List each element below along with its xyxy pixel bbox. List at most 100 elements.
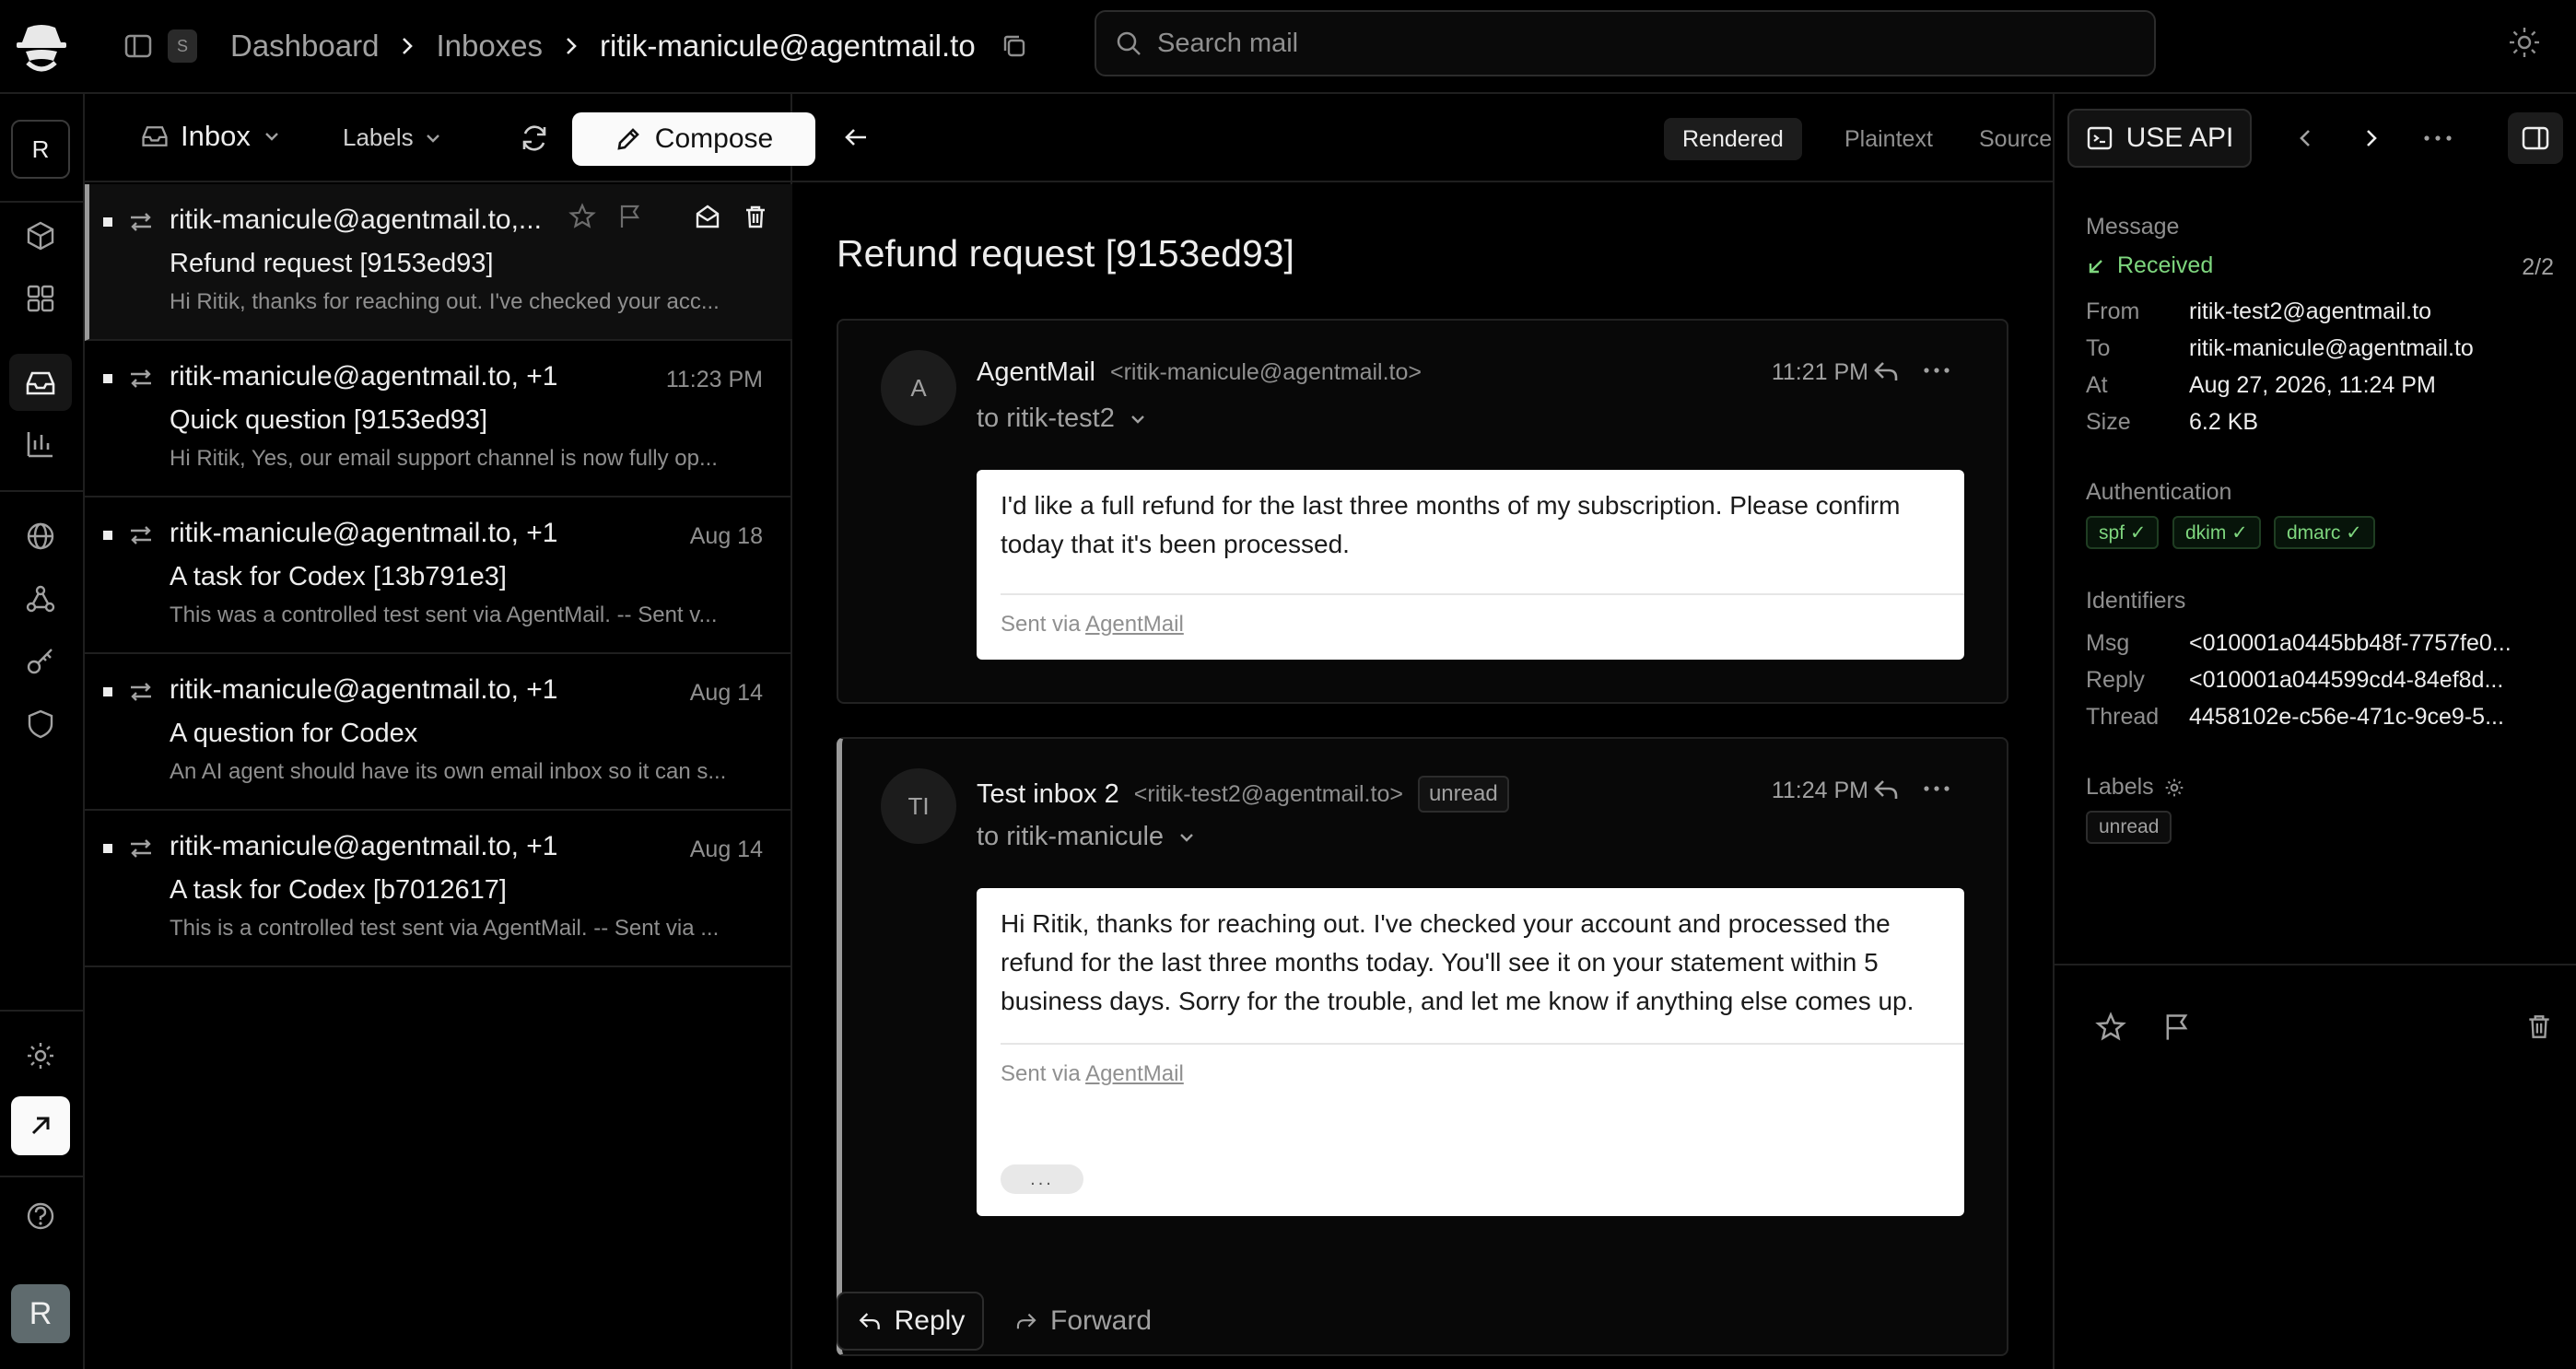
pencil-icon <box>615 125 642 153</box>
label-chip-unread[interactable]: unread <box>2086 811 2172 844</box>
theme-toggle-sun-icon[interactable] <box>2508 26 2541 59</box>
search-input[interactable]: Search mail <box>1095 10 2156 76</box>
inbox-icon[interactable] <box>24 367 57 400</box>
reply-icon <box>856 1307 884 1335</box>
message-card: A AgentMail <ritik-manicule@agentmail.to… <box>837 319 2008 704</box>
org-switcher[interactable]: R <box>11 120 70 179</box>
mail-list-item[interactable]: ritik-manicule@agentmail.to, +1 11:23 PM… <box>85 341 792 497</box>
settings-gear-icon[interactable] <box>24 1039 57 1072</box>
webhook-icon[interactable] <box>24 582 57 615</box>
trash-icon[interactable] <box>2524 1012 2554 1041</box>
dmarc-chip: dmarc ✓ <box>2274 516 2375 549</box>
recipients-toggle[interactable]: to ritik-test2 <box>977 404 1148 434</box>
sender-avatar: TI <box>881 768 956 844</box>
message-more-icon[interactable] <box>1922 361 1951 380</box>
mail-from: ritik-manicule@agentmail.to, +1 <box>170 518 558 548</box>
mail-list-item[interactable]: ritik-manicule@agentmail.to,... Refund r… <box>85 184 792 341</box>
mail-list-item[interactable]: ritik-manicule@agentmail.to, +1 Aug 18 A… <box>85 497 792 654</box>
unread-dot <box>103 844 112 853</box>
flag-icon[interactable] <box>616 203 644 230</box>
package-icon[interactable] <box>24 219 57 252</box>
user-avatar[interactable]: R <box>11 1284 70 1343</box>
mail-preview: Hi Ritik, Yes, our email support channel… <box>170 446 718 471</box>
authentication-title: Authentication <box>2086 479 2232 505</box>
back-arrow-icon[interactable] <box>840 122 872 153</box>
search-icon <box>1115 29 1142 57</box>
compose-button[interactable]: Compose <box>572 112 815 166</box>
message-body: I'd like a full refund for the last thre… <box>977 470 1964 660</box>
mail-subject: Refund request [9153ed93] <box>170 249 494 278</box>
breadcrumb: S Dashboard Inboxes ritik-manicule@agent… <box>123 20 1029 72</box>
reply-button[interactable]: Reply <box>837 1292 984 1351</box>
key-icon[interactable] <box>24 645 57 678</box>
shield-icon[interactable] <box>24 708 57 741</box>
recipients-label: to ritik-test2 <box>977 404 1115 433</box>
compose-label: Compose <box>654 123 774 154</box>
labels-settings-gear-icon[interactable] <box>2163 777 2185 799</box>
globe-icon[interactable] <box>24 520 57 553</box>
star-icon[interactable] <box>2095 1012 2126 1043</box>
thread-arrows-icon <box>127 678 155 706</box>
reply-icon[interactable] <box>1870 356 1902 387</box>
tab-plaintext[interactable]: Plaintext <box>1826 118 1951 160</box>
reply-id-value[interactable]: <010001a044599cd4-84ef8d... <box>2189 667 2503 694</box>
sender-address: <ritik-manicule@agentmail.to> <box>1109 359 1422 385</box>
sidebar-toggle-icon[interactable] <box>123 31 153 61</box>
sender-name: Test inbox 2 <box>977 778 1119 809</box>
signature-prefix: Sent via <box>1001 1061 1081 1086</box>
unread-dot <box>103 531 112 540</box>
breadcrumb-inboxes[interactable]: Inboxes <box>436 29 543 64</box>
open-external-button[interactable] <box>11 1096 70 1155</box>
details-panel-toggle-icon[interactable] <box>2508 112 2563 164</box>
message-sender: AgentMail <ritik-manicule@agentmail.to> <box>977 357 1422 388</box>
rail-divider <box>0 490 85 492</box>
dashboard-icon[interactable] <box>24 282 57 315</box>
mail-subject: A task for Codex [b7012617] <box>170 875 507 905</box>
mail-subject: Quick question [9153ed93] <box>170 405 488 435</box>
details-divider <box>2055 964 2576 965</box>
chevron-down-icon <box>1177 827 1197 848</box>
help-icon[interactable] <box>24 1199 57 1233</box>
sender-name: AgentMail <box>977 357 1095 387</box>
mail-list-item[interactable]: ritik-manicule@agentmail.to, +1 Aug 14 A… <box>85 654 792 811</box>
recipients-toggle[interactable]: to ritik-manicule <box>977 822 1197 852</box>
top-bar: S Dashboard Inboxes ritik-manicule@agent… <box>0 0 2576 94</box>
message-more-icon[interactable] <box>1922 779 1951 798</box>
mail-list-item[interactable]: ritik-manicule@agentmail.to, +1 Aug 14 A… <box>85 811 792 967</box>
star-icon[interactable] <box>568 203 596 230</box>
forward-button[interactable]: Forward <box>1013 1292 1152 1351</box>
breadcrumb-dashboard[interactable]: Dashboard <box>230 29 379 64</box>
thread-id-value[interactable]: 4458102e-c56e-471c-9ce9-5... <box>2189 704 2504 731</box>
msg-id-value[interactable]: <010001a0445bb48f-7757fe0... <box>2189 630 2512 657</box>
reading-pane: Rendered Plaintext Source USE API Refund… <box>792 94 2452 1369</box>
message-text: Hi Ritik, thanks for reaching out. I've … <box>1001 909 1914 1015</box>
flag-icon[interactable] <box>2161 1012 2193 1043</box>
trash-icon[interactable] <box>742 203 769 230</box>
labels-header: Labels <box>2086 774 2185 801</box>
mail-time: 11:23 PM <box>665 367 763 392</box>
analytics-icon[interactable] <box>24 427 57 461</box>
inbox-dropdown[interactable]: Inbox <box>140 120 282 153</box>
thread-arrows-icon <box>127 365 155 392</box>
inbox-dropdown-label: Inbox <box>181 120 251 152</box>
show-quoted-button[interactable]: ... <box>1001 1164 1083 1194</box>
size-key: Size <box>2086 409 2131 435</box>
copy-icon[interactable] <box>1000 31 1029 61</box>
msg-id-key: Msg <box>2086 630 2130 656</box>
message-body: Hi Ritik, thanks for reaching out. I've … <box>977 888 1964 1216</box>
tab-rendered[interactable]: Rendered <box>1664 118 1802 160</box>
message-card: TI Test inbox 2 <ritik-test2@agentmail.t… <box>837 737 2008 1356</box>
mail-list-pane: Inbox Labels Compose ritik-manicule@agen… <box>85 94 815 1369</box>
to-key: To <box>2086 335 2111 361</box>
agentmail-link[interactable]: AgentMail <box>1085 612 1184 637</box>
mark-read-envelope-icon[interactable] <box>694 203 721 230</box>
agentmail-link[interactable]: AgentMail <box>1085 1061 1184 1086</box>
rail-divider <box>0 1176 85 1177</box>
inbox-icon <box>140 122 170 151</box>
agentmail-logo-icon[interactable] <box>9 15 74 79</box>
labels-dropdown[interactable]: Labels <box>343 123 443 152</box>
status-label: Received <box>2117 252 2214 278</box>
reply-icon[interactable] <box>1870 774 1902 805</box>
thread-subject: Refund request [9153ed93] <box>837 232 1294 275</box>
refresh-icon[interactable] <box>518 122 551 155</box>
